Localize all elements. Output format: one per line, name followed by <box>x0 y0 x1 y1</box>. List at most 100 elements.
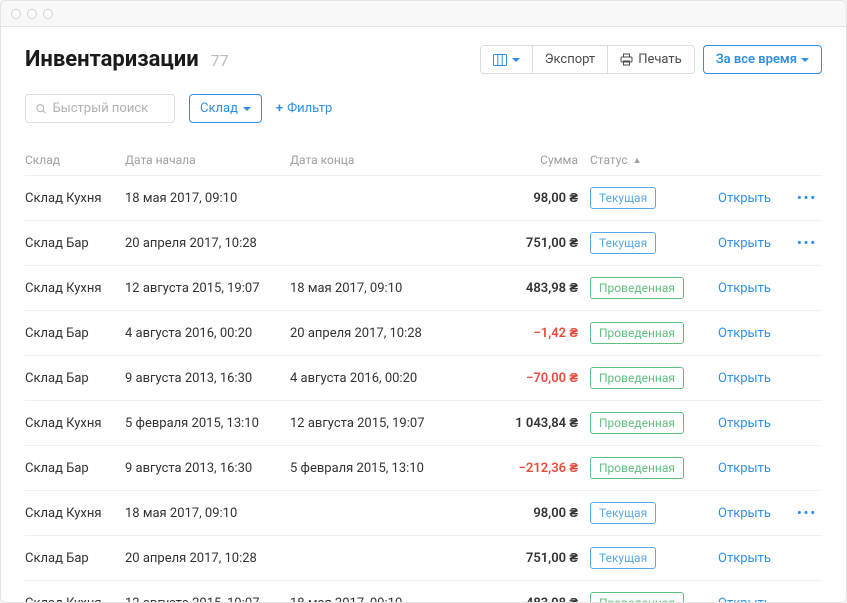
table-row[interactable]: Склад Кухня12 августа 2015, 19:0718 мая … <box>25 265 822 310</box>
open-link[interactable]: Открыть <box>718 461 771 476</box>
content-area: Инвентаризации 77 Экспорт Печать За <box>1 27 846 602</box>
cell-status: Текущая <box>590 502 700 524</box>
table-body: Склад Кухня18 мая 2017, 09:1098,00 ₴Теку… <box>25 175 822 602</box>
add-filter-button[interactable]: + Фильтр <box>276 101 332 116</box>
warehouse-filter-dropdown[interactable]: Склад <box>189 94 262 123</box>
cell-sum: 1 043,84 ₴ <box>450 415 590 431</box>
cell-start-date: 5 февраля 2015, 13:10 <box>125 416 290 431</box>
table-row[interactable]: Склад Кухня5 февраля 2015, 13:1012 авгус… <box>25 400 822 445</box>
header-actions: Экспорт Печать За все время <box>480 45 822 74</box>
window-maximize-icon[interactable] <box>43 9 53 19</box>
cell-action: Открыть <box>700 506 792 521</box>
open-link[interactable]: Открыть <box>718 326 771 341</box>
status-badge: Текущая <box>590 187 656 209</box>
status-badge: Проведенная <box>590 457 684 479</box>
status-badge: Текущая <box>590 502 656 524</box>
cell-status: Текущая <box>590 187 700 209</box>
cell-action: Открыть <box>700 551 792 566</box>
titlebar <box>1 1 846 27</box>
col-header-warehouse[interactable]: Склад <box>25 153 125 167</box>
period-dropdown[interactable]: За все время <box>703 45 822 74</box>
cell-warehouse: Склад Бар <box>25 236 125 251</box>
cell-status: Проведенная <box>590 322 700 344</box>
window-minimize-icon[interactable] <box>27 9 37 19</box>
cell-warehouse: Склад Бар <box>25 461 125 476</box>
sort-ascending-icon: ▲ <box>633 155 642 166</box>
table-row[interactable]: Склад Бар9 августа 2013, 16:304 августа … <box>25 355 822 400</box>
cell-status: Проведенная <box>590 412 700 434</box>
table-header: Склад Дата начала Дата конца Сумма Стату… <box>25 145 822 175</box>
open-link[interactable]: Открыть <box>718 371 771 386</box>
open-link[interactable]: Открыть <box>718 416 771 431</box>
cell-action: Открыть <box>700 236 792 251</box>
cell-status: Проведенная <box>590 592 700 602</box>
open-link[interactable]: Открыть <box>718 281 771 296</box>
table-row[interactable]: Склад Бар4 августа 2016, 00:2020 апреля … <box>25 310 822 355</box>
columns-button[interactable] <box>481 46 532 73</box>
status-badge: Проведенная <box>590 322 684 344</box>
cell-end-date: 18 мая 2017, 09:10 <box>290 281 450 296</box>
cell-status: Текущая <box>590 547 700 569</box>
cell-action: Открыть <box>700 416 792 431</box>
filter-bar: Склад + Фильтр <box>25 94 822 123</box>
chevron-down-icon <box>801 58 809 62</box>
cell-status: Текущая <box>590 232 700 254</box>
status-badge: Проведенная <box>590 412 684 434</box>
print-button[interactable]: Печать <box>607 46 694 73</box>
chevron-down-icon <box>243 107 251 111</box>
cell-menu: ••• <box>792 506 822 521</box>
window-close-icon[interactable] <box>11 9 21 19</box>
table-row[interactable]: Склад Бар9 августа 2013, 16:305 февраля … <box>25 445 822 490</box>
cell-end-date: 4 августа 2016, 00:20 <box>290 371 450 386</box>
cell-sum: 98,00 ₴ <box>450 190 590 206</box>
columns-icon <box>493 54 507 66</box>
cell-menu: ••• <box>792 236 822 251</box>
cell-sum: 483,98 ₴ <box>450 595 590 602</box>
open-link[interactable]: Открыть <box>718 236 771 251</box>
status-badge: Проведенная <box>590 277 684 299</box>
row-menu-button[interactable]: ••• <box>797 191 817 206</box>
cell-start-date: 12 августа 2015, 19:07 <box>125 281 290 296</box>
col-header-start[interactable]: Дата начала <box>125 153 290 167</box>
cell-action: Открыть <box>700 596 792 603</box>
cell-start-date: 12 августа 2015, 19:07 <box>125 596 290 603</box>
title-group: Инвентаризации 77 <box>25 47 229 72</box>
export-button[interactable]: Экспорт <box>532 46 607 73</box>
table-row[interactable]: Склад Кухня12 августа 2015, 19:0718 мая … <box>25 580 822 602</box>
search-input[interactable] <box>52 101 164 116</box>
cell-action: Открыть <box>700 281 792 296</box>
page-header: Инвентаризации 77 Экспорт Печать За <box>25 45 822 74</box>
table-row[interactable]: Склад Кухня18 мая 2017, 09:1098,00 ₴Теку… <box>25 175 822 220</box>
cell-status: Проведенная <box>590 367 700 389</box>
status-badge: Проведенная <box>590 367 684 389</box>
cell-sum: −70,00 ₴ <box>450 370 590 386</box>
print-icon <box>620 53 633 66</box>
cell-end-date: 18 мая 2017, 09:10 <box>290 596 450 603</box>
cell-start-date: 18 мая 2017, 09:10 <box>125 191 290 206</box>
cell-warehouse: Склад Кухня <box>25 506 125 521</box>
table-row[interactable]: Склад Бар20 апреля 2017, 10:28 751,00 ₴Те… <box>25 220 822 265</box>
cell-action: Открыть <box>700 461 792 476</box>
row-menu-button[interactable]: ••• <box>797 236 817 251</box>
search-input-wrapper[interactable] <box>25 94 175 123</box>
app-window: Инвентаризации 77 Экспорт Печать За <box>0 0 847 603</box>
col-header-end[interactable]: Дата конца <box>290 153 450 167</box>
table-row[interactable]: Склад Кухня18 мая 2017, 09:1098,00 ₴Теку… <box>25 490 822 535</box>
col-header-status[interactable]: Статус ▲ <box>590 153 700 167</box>
col-header-sum[interactable]: Сумма <box>450 153 590 167</box>
open-link[interactable]: Открыть <box>718 191 771 206</box>
open-link[interactable]: Открыть <box>718 551 771 566</box>
table-row[interactable]: Склад Бар20 апреля 2017, 10:28751,00 ₴Те… <box>25 535 822 580</box>
cell-warehouse: Склад Бар <box>25 371 125 386</box>
record-count: 77 <box>211 51 229 70</box>
cell-action: Открыть <box>700 371 792 386</box>
open-link[interactable]: Открыть <box>718 506 771 521</box>
chevron-down-icon <box>512 58 520 62</box>
cell-sum: 751,00 ₴ <box>450 235 590 251</box>
row-menu-button[interactable]: ••• <box>797 506 817 521</box>
cell-status: Проведенная <box>590 277 700 299</box>
cell-warehouse: Склад Бар <box>25 326 125 341</box>
open-link[interactable]: Открыть <box>718 596 771 603</box>
cell-action: Открыть <box>700 191 792 206</box>
cell-start-date: 20 апреля 2017, 10:28 <box>125 236 290 251</box>
